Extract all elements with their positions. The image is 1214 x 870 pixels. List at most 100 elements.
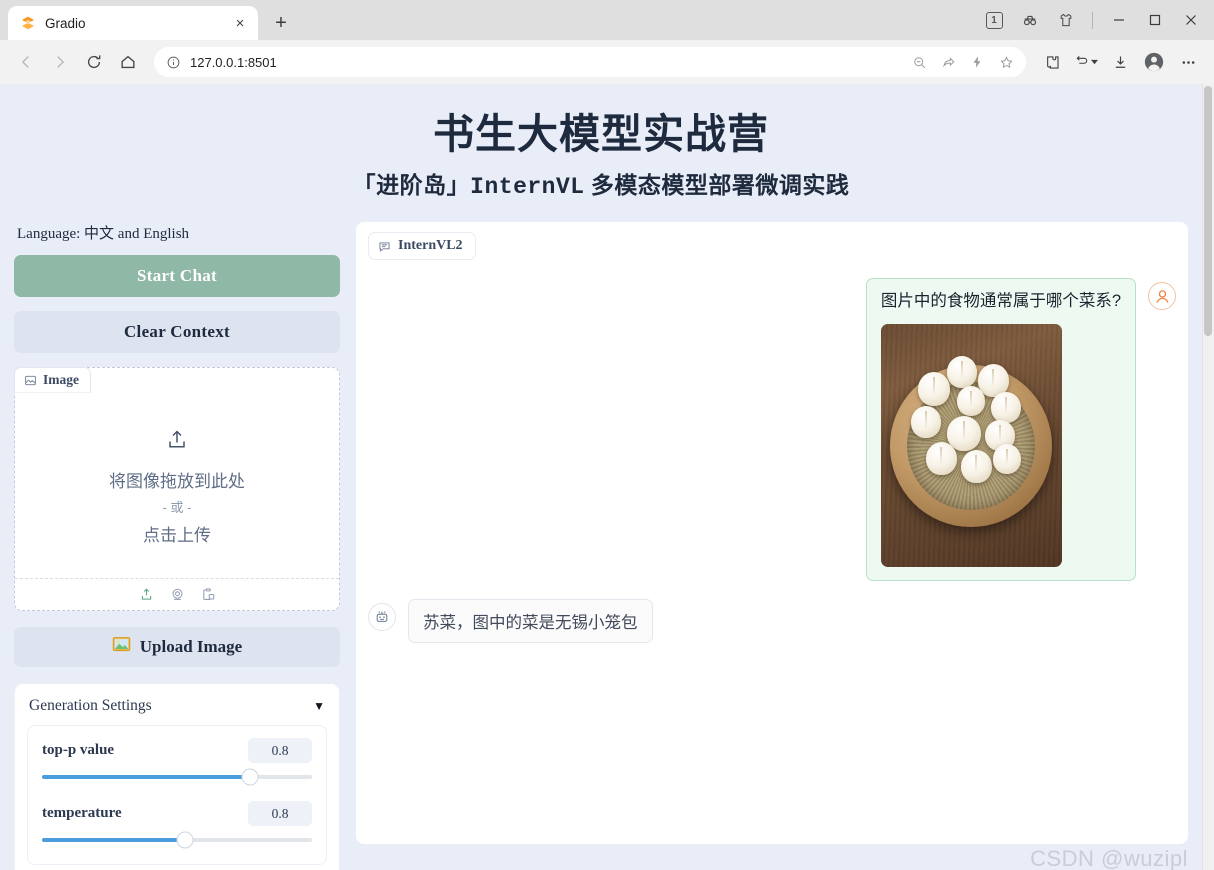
- main-content: Language: 中文 and English Start Chat Clea…: [0, 210, 1202, 870]
- upload-icon[interactable]: [139, 587, 154, 602]
- more-menu-icon[interactable]: [1172, 46, 1204, 78]
- dumpling: [990, 392, 1021, 424]
- flash-icon[interactable]: [963, 49, 991, 75]
- generation-settings-header[interactable]: Generation Settings ▼: [27, 694, 327, 725]
- user-message-text: 图片中的食物通常属于哪个菜系?: [880, 292, 1121, 311]
- image-upload-block[interactable]: Image 将图像拖放到此处 - 或 - 点击上传: [14, 367, 340, 612]
- toolbar-divider: [1092, 11, 1093, 29]
- theme-shirt-icon[interactable]: [1049, 4, 1083, 36]
- address-bar-url: 127.0.0.1:8501: [190, 54, 277, 70]
- window-controls: 1: [977, 0, 1214, 40]
- dropzone-or-text: - 或 -: [162, 500, 192, 516]
- slider-temperature-fill: [42, 838, 186, 843]
- image-icon: [25, 375, 36, 385]
- browser-toolbar: 127.0.0.1:8501: [0, 40, 1214, 84]
- reload-icon[interactable]: [78, 46, 110, 78]
- chat-tab-row: InternVL2: [368, 232, 1176, 261]
- slider-temperature-track[interactable]: [42, 831, 312, 849]
- maximize-button[interactable]: [1138, 4, 1172, 36]
- profile-icon[interactable]: [1138, 46, 1170, 78]
- slider-temperature: temperature 0.8: [42, 801, 312, 849]
- slider-top-p-thumb[interactable]: [241, 768, 259, 786]
- dumpling: [992, 444, 1021, 475]
- dropzone-drop-text: 将图像拖放到此处: [109, 472, 245, 492]
- incognito-icon[interactable]: [1013, 4, 1047, 36]
- sliders-container: top-p value 0.8 temperature 0.8: [27, 725, 327, 866]
- user-message-bubble: 图片中的食物通常属于哪个菜系?: [865, 278, 1136, 582]
- generation-settings-panel: Generation Settings ▼ top-p value 0.8 te…: [14, 683, 340, 870]
- browser-window: Gradio × + 1 127.0.0.1:8501 书生大模型实战营 「进阶…: [0, 0, 1214, 870]
- browser-tab[interactable]: Gradio ×: [8, 6, 258, 40]
- home-icon[interactable]: [112, 46, 144, 78]
- page-title: 书生大模型实战营: [433, 111, 769, 157]
- tab-close-button[interactable]: ×: [230, 13, 250, 33]
- collections-icon[interactable]: [1070, 46, 1102, 78]
- language-label: Language: 中文 and English: [17, 226, 190, 243]
- share-icon[interactable]: [934, 49, 962, 75]
- dumpling: [960, 450, 992, 484]
- dumpling: [925, 442, 957, 476]
- gradio-logo-icon: [22, 16, 34, 30]
- upload-arrow-icon: [165, 428, 189, 457]
- slider-top-p: top-p value 0.8: [42, 738, 312, 786]
- gradio-app: 书生大模型实战营 「进阶岛」InternVL 多模态模型部署微调实践 Langu…: [0, 84, 1202, 870]
- image-action-bar: [15, 578, 339, 610]
- subtitle-prefix: 「进阶岛」: [352, 173, 471, 199]
- slider-top-p-track[interactable]: [42, 768, 312, 786]
- image-block-label: Image: [43, 372, 79, 388]
- image-block-tag: Image: [14, 367, 91, 394]
- app-header: 书生大模型实战营 「进阶岛」InternVL 多模态模型部署微调实践: [0, 84, 1202, 210]
- dumpling: [910, 406, 941, 439]
- upload-image-button[interactable]: Upload Image: [14, 627, 340, 668]
- picture-icon: [112, 635, 131, 659]
- chat-message-user: 图片中的食物通常属于哪个菜系?: [368, 278, 1176, 582]
- chat-bubble-icon: [379, 242, 390, 252]
- tab-title: Gradio: [45, 15, 86, 31]
- sidebar: Language: 中文 and English Start Chat Clea…: [14, 222, 340, 870]
- downloads-icon[interactable]: [1104, 46, 1136, 78]
- page-subtitle: 「进阶岛」InternVL 多模态模型部署微调实践: [0, 166, 1202, 200]
- start-chat-button[interactable]: Start Chat: [14, 255, 340, 298]
- tab-internvl2-label: InternVL2: [398, 238, 463, 254]
- generation-settings-title: Generation Settings: [29, 697, 152, 715]
- extensions-icon[interactable]: [1036, 46, 1068, 78]
- dumpling: [956, 386, 985, 417]
- webcam-icon[interactable]: [170, 587, 185, 602]
- slider-top-p-fill: [42, 775, 250, 780]
- back-icon[interactable]: [10, 46, 42, 78]
- scrollbar-thumb[interactable]: [1204, 86, 1212, 336]
- new-tab-button[interactable]: +: [266, 8, 296, 38]
- assistant-message-bubble: 苏菜，图中的菜是无锡小笼包: [408, 599, 653, 644]
- slider-top-p-label: top-p value: [42, 742, 115, 759]
- close-window-button[interactable]: [1174, 4, 1208, 36]
- site-info-icon: [167, 56, 180, 68]
- page-scrollbar[interactable]: [1202, 84, 1214, 870]
- image-dropzone[interactable]: 将图像拖放到此处 - 或 - 点击上传: [15, 396, 339, 578]
- tab-internvl2[interactable]: InternVL2: [368, 232, 476, 261]
- tab-strip: Gradio × + 1: [0, 0, 1214, 40]
- dumpling: [917, 372, 950, 407]
- slider-temperature-thumb[interactable]: [176, 831, 194, 849]
- slider-temperature-label: temperature: [42, 805, 122, 822]
- address-bar[interactable]: 127.0.0.1:8501: [154, 47, 1026, 77]
- forward-icon[interactable]: [44, 46, 76, 78]
- dumpling: [946, 356, 977, 389]
- dropzone-click-text: 点击上传: [143, 526, 211, 546]
- tab-count-badge[interactable]: 1: [977, 4, 1011, 36]
- slider-top-p-value[interactable]: 0.8: [248, 738, 312, 764]
- upload-image-label: Upload Image: [139, 637, 243, 657]
- watermark: CSDN @wuzipl: [1030, 846, 1188, 870]
- chevron-down-icon[interactable]: ▼: [313, 699, 325, 713]
- robot-avatar-icon: [368, 603, 396, 632]
- page-viewport: 书生大模型实战营 「进阶岛」InternVL 多模态模型部署微调实践 Langu…: [0, 84, 1214, 870]
- bookmark-star-icon[interactable]: [992, 49, 1020, 75]
- user-message-image[interactable]: [880, 324, 1062, 568]
- paste-clipboard-icon[interactable]: [201, 587, 216, 602]
- chat-panel: InternVL2 图片中的食物通常属于哪个菜系? 苏菜，图中的菜是无锡小笼包: [356, 222, 1188, 845]
- zoom-out-icon[interactable]: [905, 49, 933, 75]
- slider-temperature-value[interactable]: 0.8: [248, 801, 312, 827]
- minimize-button[interactable]: [1102, 4, 1136, 36]
- chat-message-assistant: 苏菜，图中的菜是无锡小笼包: [368, 599, 1176, 644]
- subtitle-suffix: 多模态模型部署微调实践: [590, 173, 850, 199]
- clear-context-button[interactable]: Clear Context: [14, 311, 340, 354]
